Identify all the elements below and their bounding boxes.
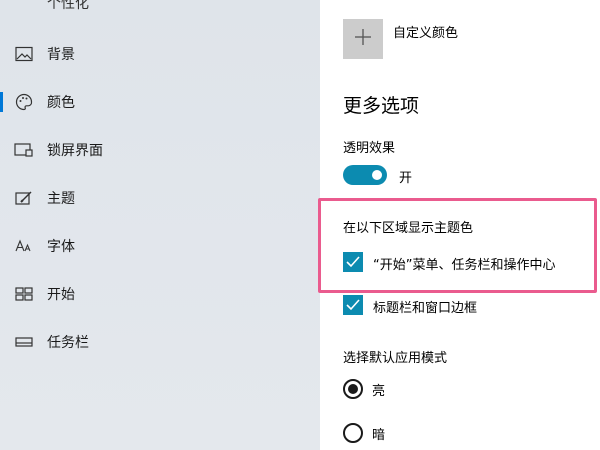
sidebar-item-start[interactable]: 开始 (0, 270, 320, 318)
sidebar-item-label: 字体 (47, 239, 75, 255)
dark-mode-label: 暗 (372, 428, 386, 443)
start-tiles-icon (14, 285, 34, 303)
plus-icon (354, 28, 372, 50)
lock-screen-icon (14, 141, 34, 159)
title-bar-accent-label: 标题栏和窗口边框 (373, 301, 478, 316)
radio-selected-dot (348, 384, 358, 394)
sidebar-item-label: 锁屏界面 (47, 143, 103, 159)
toggle-knob (372, 170, 382, 180)
light-mode-radio[interactable] (343, 379, 363, 399)
start-taskbar-accent-checkbox[interactable] (343, 252, 363, 272)
sidebar-item-label: 任务栏 (47, 335, 89, 351)
font-icon (14, 237, 34, 255)
start-taskbar-accent-label: “开始”菜单、任务栏和操作中心 (373, 258, 556, 273)
sidebar-item-label: 主题 (47, 191, 75, 207)
more-options-title: 更多选项 (343, 95, 420, 117)
sidebar-item-taskbar[interactable]: 任务栏 (0, 318, 320, 366)
sidebar-item-lock-screen[interactable]: 锁屏界面 (0, 126, 320, 174)
sidebar-item-label: 背景 (47, 47, 75, 63)
picture-icon (14, 45, 34, 63)
sidebar-item-background[interactable]: 背景 (0, 30, 320, 78)
theme-brush-icon (14, 189, 34, 207)
checkmark-icon (346, 296, 360, 315)
custom-color-label: 自定义颜色 (393, 26, 459, 41)
sidebar-header: 个性化 (47, 0, 89, 12)
sidebar-item-label: 开始 (47, 287, 75, 303)
transparency-state: 开 (399, 171, 413, 186)
light-mode-label: 亮 (372, 384, 386, 399)
sidebar-item-label: 颜色 (47, 95, 75, 111)
palette-icon (14, 93, 34, 111)
sidebar: 个性化 背景 颜色 锁屏界面 主题 字体 开始 任务栏 (0, 0, 320, 450)
taskbar-icon (14, 333, 34, 351)
sidebar-item-themes[interactable]: 主题 (0, 174, 320, 222)
sidebar-item-fonts[interactable]: 字体 (0, 222, 320, 270)
app-mode-title: 选择默认应用模式 (343, 351, 448, 366)
custom-color-button[interactable] (343, 19, 383, 59)
dark-mode-radio[interactable] (343, 423, 363, 443)
transparency-label: 透明效果 (343, 141, 396, 156)
active-indicator (0, 92, 3, 112)
sidebar-item-colors[interactable]: 颜色 (0, 78, 320, 126)
checkmark-icon (346, 253, 360, 272)
transparency-toggle[interactable] (343, 165, 387, 185)
accent-surfaces-title: 在以下区域显示主题色 (343, 221, 474, 236)
title-bar-accent-checkbox[interactable] (343, 295, 363, 315)
